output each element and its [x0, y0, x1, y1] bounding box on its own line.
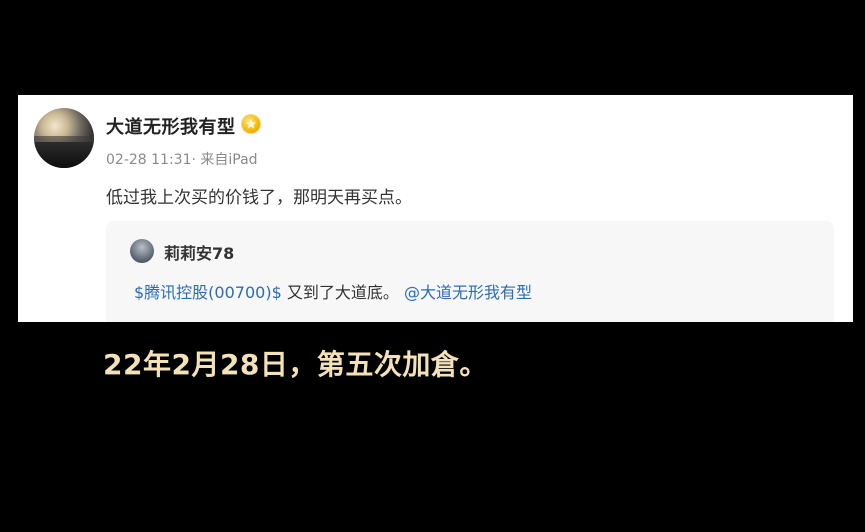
author-avatar[interactable]: [34, 108, 94, 168]
author-name[interactable]: 大道无形我有型: [106, 113, 236, 139]
post-timestamp: 02-28 11:31: [106, 152, 192, 168]
avatar-ground: [34, 142, 94, 168]
quoted-post[interactable]: 莉莉安78 $腾讯控股(00700)$ 又到了大道底。 @大道无形我有型: [106, 221, 834, 322]
quoted-author-name[interactable]: 莉莉安78: [164, 240, 234, 264]
gold-verified-badge-icon: [242, 115, 260, 133]
star-icon: [245, 118, 257, 129]
post-source: · 来自iPad: [191, 152, 258, 168]
quoted-author-avatar[interactable]: [130, 239, 154, 263]
video-caption: 22年2月28日，第五次加倉。: [103, 348, 488, 381]
mention-link[interactable]: @大道无形我有型: [404, 283, 532, 302]
post-card: 大道无形我有型 02-28 11:31· 来自iPad 低过我上次买的价钱了，那…: [18, 95, 853, 322]
stock-tag-link[interactable]: $腾讯控股(00700)$: [134, 283, 282, 302]
post-body: 低过我上次买的价钱了，那明天再买点。: [106, 188, 412, 208]
quoted-text: 又到了大道底。: [281, 283, 399, 302]
post-meta: 02-28 11:31· 来自iPad: [106, 149, 258, 169]
quoted-post-body: $腾讯控股(00700)$ 又到了大道底。 @大道无形我有型: [134, 279, 532, 303]
